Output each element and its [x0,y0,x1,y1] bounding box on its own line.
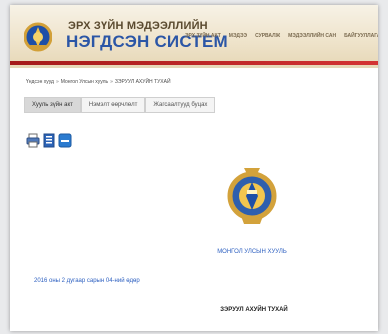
nav-item-organization[interactable]: БАЙГУУЛЛАГА [344,33,378,45]
breadcrumb-separator: » [110,79,113,85]
header-red-bar [10,61,378,65]
top-nav: ЭРХ ЗҮЙН АКТ МЭДЭЭ СУРВАЛЖ МЭДЭЭЛЛИЙН СА… [185,33,378,45]
breadcrumb-item-main[interactable]: Үндсэн хууд [26,79,54,85]
site-title-line1: ЭРХ ЗҮЙН МЭДЭЭЛЛИЙН [68,20,208,32]
tab-amendments[interactable]: Нэмэлт өөрчлөлт [80,97,146,113]
minus-icon[interactable] [58,133,72,148]
tab-law-act[interactable]: Хууль зүйн акт [24,97,81,113]
nav-item-news[interactable]: МЭДЭЭ [229,33,247,45]
document-tabs: Хууль зүйн акт Нэмэлт өөрчлөлт Жагсаалту… [24,97,216,113]
browser-page: ЭРХ ЗҮЙН МЭДЭЭЛЛИЙН НЭГДСЭН СИСТЕМ ЭРХ З… [10,5,378,331]
printer-icon[interactable] [26,133,40,148]
word-document-icon[interactable] [42,133,56,148]
mongolia-emblem-icon [227,168,277,224]
law-date: 2016 оны 2 дугаар сарын 04-ний өдөр [34,278,140,284]
site-header: ЭРХ ЗҮЙН МЭДЭЭЛЛИЙН НЭГДСЭН СИСТЕМ ЭРХ З… [10,5,378,68]
breadcrumb-item-law[interactable]: Монгол Улсын хууль [61,79,108,85]
law-country-label: МОНГОЛ УЛСЫН ХУУЛЬ [217,249,287,255]
law-title: ЗЭРУУЛ АХУЙН ТУХАЙ [220,307,288,313]
breadcrumb-separator: » [55,79,59,85]
tab-back-to-list[interactable]: Жагсаалтууд буцах [145,97,216,113]
nav-item-sources[interactable]: СУРВАЛЖ [255,33,280,45]
nav-item-database[interactable]: МЭДЭЭЛЛИЙН САН [288,33,336,45]
state-emblem-icon [24,22,52,52]
breadcrumb-item-current: ЗЭРУУЛ АХУЙН ТУХАЙ [114,79,171,85]
document-tools [26,133,72,148]
nav-item-law-act[interactable]: ЭРХ ЗҮЙН АКТ [185,33,221,45]
breadcrumb: Үндсэн хууд» Монгол Улсын хууль» ЗЭРУУЛ АХ… [26,79,171,85]
